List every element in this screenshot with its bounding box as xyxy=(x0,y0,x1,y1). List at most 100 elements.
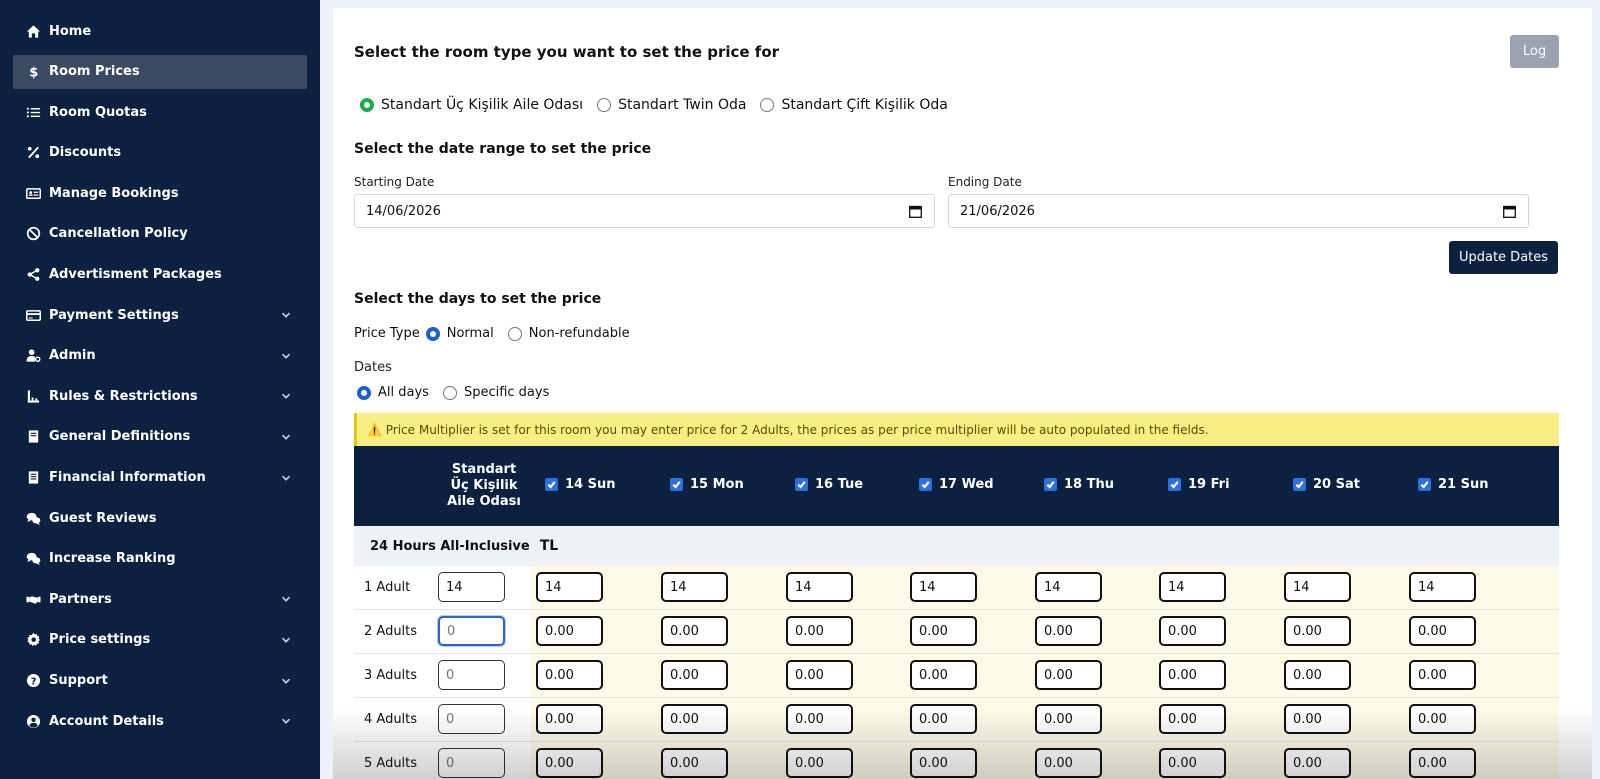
checkbox-checked-icon[interactable] xyxy=(1044,478,1057,491)
sidebar-item-guest-reviews[interactable]: Guest Reviews xyxy=(13,501,307,535)
day-price-input[interactable] xyxy=(786,660,853,690)
day-column-header[interactable]: 17 Wed xyxy=(919,477,994,492)
chevron-down-icon[interactable] xyxy=(281,350,291,360)
sidebar-item-partners[interactable]: Partners xyxy=(13,582,307,616)
day-price-input[interactable] xyxy=(661,616,728,646)
checkbox-checked-icon[interactable] xyxy=(1168,478,1181,491)
room-type-radio[interactable] xyxy=(597,98,612,112)
dates-all-days[interactable]: All days xyxy=(357,385,429,400)
day-price-input[interactable] xyxy=(910,616,977,646)
day-price-input[interactable] xyxy=(1409,572,1476,602)
sidebar-item-price-settings[interactable]: Price settings xyxy=(13,623,307,657)
sidebar-item-room-quotas[interactable]: Room Quotas xyxy=(13,95,307,129)
day-price-input[interactable] xyxy=(1035,704,1102,734)
sidebar-item-payment-settings[interactable]: Payment Settings xyxy=(13,298,307,332)
day-column-header[interactable]: 16 Tue xyxy=(795,477,863,492)
day-column-header[interactable]: 15 Mon xyxy=(670,477,744,492)
base-price-input[interactable] xyxy=(438,616,505,646)
price-type-non-refundable[interactable]: Non-refundable xyxy=(507,326,630,341)
sidebar-item-discounts[interactable]: Discounts xyxy=(13,136,307,170)
day-price-input[interactable] xyxy=(1284,704,1351,734)
base-price-input[interactable] xyxy=(438,572,505,602)
chevron-down-icon[interactable] xyxy=(281,634,291,644)
day-price-input[interactable] xyxy=(536,572,603,602)
sidebar-item-increase-ranking[interactable]: Increase Ranking xyxy=(13,542,307,576)
sidebar-item-rules-restrictions[interactable]: Rules & Restrictions xyxy=(13,379,307,413)
room-type-option[interactable]: Standart Çift Kişilik Oda xyxy=(760,97,948,113)
day-price-input[interactable] xyxy=(661,748,728,778)
chevron-down-icon[interactable] xyxy=(281,431,291,441)
room-type-radio[interactable] xyxy=(760,98,775,112)
day-price-input[interactable] xyxy=(1035,660,1102,690)
day-price-input[interactable] xyxy=(786,704,853,734)
day-price-input[interactable] xyxy=(1284,748,1351,778)
base-price-input[interactable] xyxy=(438,660,505,690)
calendar-icon[interactable] xyxy=(909,205,922,218)
base-price-input[interactable] xyxy=(438,704,505,734)
day-price-input[interactable] xyxy=(661,704,728,734)
log-button[interactable]: Log xyxy=(1510,35,1559,68)
chevron-down-icon[interactable] xyxy=(281,593,291,603)
base-price-input[interactable] xyxy=(438,748,505,778)
sidebar-item-cancellation-policy[interactable]: Cancellation Policy xyxy=(13,217,307,251)
chevron-down-icon[interactable] xyxy=(281,309,291,319)
ending-date-input[interactable]: 21/06/2026 xyxy=(948,194,1529,228)
day-price-input[interactable] xyxy=(1035,616,1102,646)
day-price-input[interactable] xyxy=(1159,660,1226,690)
checkbox-checked-icon[interactable] xyxy=(545,478,558,491)
price-type-normal[interactable]: Normal xyxy=(425,326,494,341)
room-type-radio[interactable] xyxy=(360,98,374,112)
day-price-input[interactable] xyxy=(910,660,977,690)
day-price-input[interactable] xyxy=(910,704,977,734)
day-price-input[interactable] xyxy=(786,572,853,602)
chevron-down-icon[interactable] xyxy=(281,390,291,400)
starting-date-input[interactable]: 14/06/2026 xyxy=(354,194,935,228)
sidebar-item-general-definitions[interactable]: General Definitions xyxy=(13,420,307,454)
day-price-input[interactable] xyxy=(1409,704,1476,734)
calendar-icon[interactable] xyxy=(1503,205,1516,218)
sidebar-item-home[interactable]: Home xyxy=(13,14,307,48)
day-price-input[interactable] xyxy=(536,748,603,778)
chevron-down-icon[interactable] xyxy=(281,675,291,685)
checkbox-checked-icon[interactable] xyxy=(919,478,932,491)
day-price-input[interactable] xyxy=(910,572,977,602)
chevron-down-icon[interactable] xyxy=(281,472,291,482)
day-price-input[interactable] xyxy=(1409,748,1476,778)
day-column-header[interactable]: 18 Thu xyxy=(1044,477,1114,492)
day-price-input[interactable] xyxy=(1159,748,1226,778)
day-column-header[interactable]: 14 Sun xyxy=(545,477,616,492)
day-price-input[interactable] xyxy=(1159,704,1226,734)
day-price-input[interactable] xyxy=(1284,572,1351,602)
day-price-input[interactable] xyxy=(1159,572,1226,602)
sidebar-item-admin[interactable]: Admin xyxy=(13,339,307,373)
checkbox-checked-icon[interactable] xyxy=(670,478,683,491)
checkbox-checked-icon[interactable] xyxy=(1418,478,1431,491)
sidebar-item-account-details[interactable]: Account Details xyxy=(13,704,307,738)
dates-specific-days[interactable]: Specific days xyxy=(442,385,549,400)
day-column-header[interactable]: 21 Sun xyxy=(1418,477,1489,492)
day-price-input[interactable] xyxy=(1409,616,1476,646)
day-price-input[interactable] xyxy=(1035,572,1102,602)
sidebar-item-room-prices[interactable]: $ Room Prices xyxy=(13,54,307,89)
day-price-input[interactable] xyxy=(536,660,603,690)
day-price-input[interactable] xyxy=(661,660,728,690)
update-dates-button[interactable]: Update Dates xyxy=(1449,241,1558,274)
day-price-input[interactable] xyxy=(536,616,603,646)
day-price-input[interactable] xyxy=(786,616,853,646)
day-price-input[interactable] xyxy=(786,748,853,778)
day-column-header[interactable]: 19 Fri xyxy=(1168,477,1230,492)
sidebar-item-support[interactable]: ? Support xyxy=(13,664,307,698)
sidebar-item-manage-bookings[interactable]: Manage Bookings xyxy=(13,176,307,210)
day-price-input[interactable] xyxy=(536,704,603,734)
day-price-input[interactable] xyxy=(910,748,977,778)
checkbox-checked-icon[interactable] xyxy=(1293,478,1306,491)
chevron-down-icon[interactable] xyxy=(281,715,291,725)
sidebar-item-advertisment-packages[interactable]: Advertisment Packages xyxy=(13,258,307,292)
day-price-input[interactable] xyxy=(1284,660,1351,690)
day-price-input[interactable] xyxy=(1409,660,1476,690)
sidebar-item-financial-information[interactable]: Financial Information xyxy=(13,461,307,495)
day-price-input[interactable] xyxy=(1159,616,1226,646)
day-price-input[interactable] xyxy=(661,572,728,602)
room-type-option[interactable]: Standart Twin Oda xyxy=(597,97,746,113)
day-column-header[interactable]: 20 Sat xyxy=(1293,477,1360,492)
